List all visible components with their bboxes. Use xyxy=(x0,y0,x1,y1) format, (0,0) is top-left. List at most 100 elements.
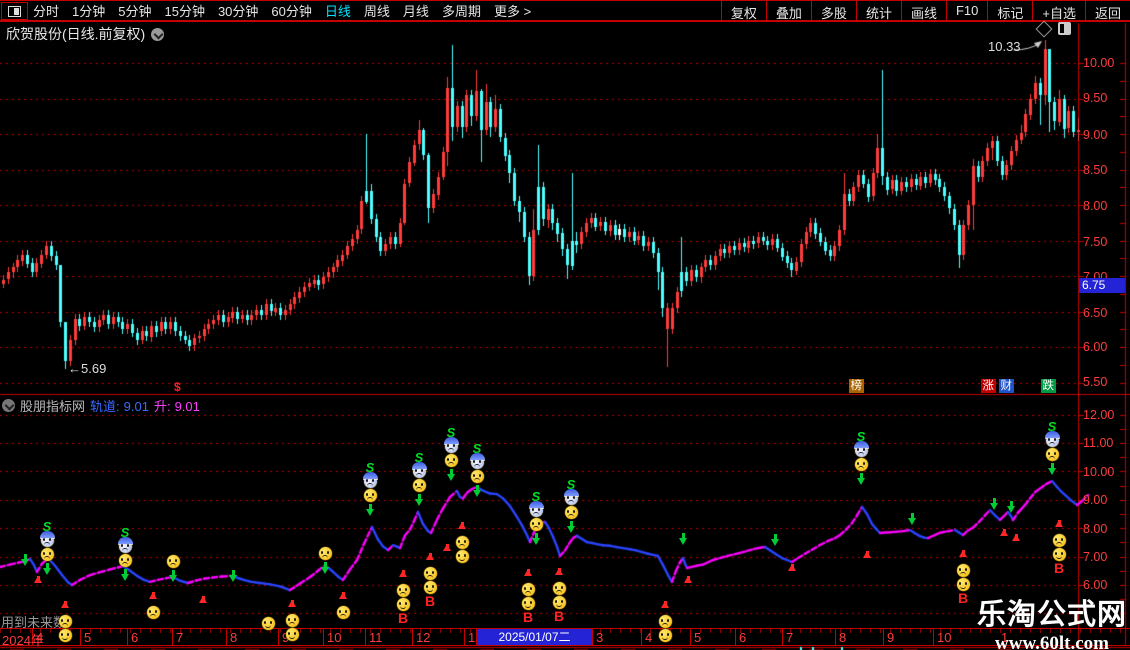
time-axis-label: 10 xyxy=(937,630,952,645)
signal-sell_full: S xyxy=(117,526,133,588)
indicator-axis-label: 9.00 xyxy=(1083,493,1108,507)
price-axis-label: 8.00 xyxy=(1083,199,1108,213)
sad-face-icon xyxy=(118,554,132,567)
down-arrow-icon xyxy=(908,513,916,532)
split-pane-icon xyxy=(8,6,21,17)
signal-sell_arrow_only xyxy=(225,569,241,589)
time-axis[interactable]: 2024年 4 5 6 7 8 9 10 11 12 1 3 4 5 6 7 8 9 10 1 2025/01/07二 xyxy=(0,628,1130,648)
up-arrow-icon xyxy=(863,544,871,558)
tool-item-8[interactable]: 返回 xyxy=(1084,1,1130,21)
indicator-axis-label: 12.00 xyxy=(1083,408,1115,422)
smile-face-icon xyxy=(455,550,469,563)
menu-item-5[interactable]: 60分钟 xyxy=(271,1,311,20)
sad-face-icon xyxy=(470,470,484,483)
collapse-chevron-icon[interactable] xyxy=(151,27,165,41)
sad-face-icon xyxy=(396,584,410,597)
menu-item-10[interactable]: 更多 > xyxy=(494,1,531,20)
tool-item-3[interactable]: 统计 xyxy=(855,1,901,21)
smile-face-icon xyxy=(261,617,275,630)
time-axis-label: 1 xyxy=(468,630,476,645)
layout-toggle-button[interactable] xyxy=(1,2,28,20)
tool-item-1[interactable]: 叠加 xyxy=(765,1,811,21)
axis-separator xyxy=(883,629,884,645)
time-axis-label: 9 xyxy=(887,630,895,645)
menu-item-7[interactable]: 周线 xyxy=(364,1,390,20)
down-arrow-icon xyxy=(321,562,329,581)
indicator-collapse-icon[interactable] xyxy=(2,399,15,412)
down-arrow-icon xyxy=(21,554,29,573)
buy-letter: B xyxy=(957,590,969,606)
sad-face-icon xyxy=(363,489,377,502)
diamond-marker-icon[interactable] xyxy=(1035,20,1053,37)
pane-toggle-icon[interactable] xyxy=(1058,22,1071,35)
axis-separator xyxy=(323,629,324,645)
buy-letter: B xyxy=(522,609,534,625)
price-axis-label: 6.00 xyxy=(1083,340,1108,354)
cap-face-icon xyxy=(528,501,544,517)
field-label: 轨道: xyxy=(90,399,120,414)
price-axis-label: 7.50 xyxy=(1083,235,1108,249)
time-axis-label: 8 xyxy=(230,630,238,645)
axis-separator xyxy=(933,629,934,645)
up-arrow-icon xyxy=(61,594,69,608)
signal-sell_arrow_only xyxy=(767,533,783,553)
time-axis-label: 4 xyxy=(36,630,44,645)
signal-sell_arrow_only xyxy=(675,532,691,552)
menu-item-9[interactable]: 多周期 xyxy=(442,1,481,20)
indicator-axis-label: 11.00 xyxy=(1083,436,1114,450)
up-arrow-icon xyxy=(399,563,407,577)
sad-face-icon xyxy=(166,555,180,568)
sad-face-icon xyxy=(854,458,868,471)
sad-face-icon xyxy=(318,547,332,560)
signal-buy_arrow_only xyxy=(195,589,211,609)
dollar-marker: $ xyxy=(174,380,181,394)
sad-face-icon xyxy=(285,614,299,627)
up-arrow-icon xyxy=(443,537,451,551)
signal-sell_full: S xyxy=(563,478,579,540)
indicator-field-rise: 升: 9.01 xyxy=(154,396,200,415)
axis-separator xyxy=(592,629,593,645)
signal-buy_arrow_only xyxy=(859,544,875,564)
price-axis-label: 9.50 xyxy=(1083,91,1108,105)
signal-buy_arrow_only xyxy=(784,557,800,577)
tool-item-0[interactable]: 复权 xyxy=(720,1,766,21)
price-axis-label: 8.50 xyxy=(1083,163,1108,177)
axis-separator xyxy=(278,629,279,645)
signal-buy_arrow_only xyxy=(1008,527,1024,547)
menu-item-1[interactable]: 1分钟 xyxy=(72,1,105,20)
time-axis-label: 7 xyxy=(786,630,794,645)
tool-item-2[interactable]: 多股 xyxy=(810,1,856,21)
buy-letter: B xyxy=(553,608,565,624)
index-badge[interactable]: 财 xyxy=(999,379,1014,393)
index-badge[interactable]: 跌 xyxy=(1041,379,1056,393)
menu-item-3[interactable]: 15分钟 xyxy=(164,1,204,20)
smile-face-icon xyxy=(956,578,970,591)
down-arrow-icon xyxy=(857,473,865,492)
tool-item-4[interactable]: 画线 xyxy=(900,1,946,21)
tool-item-5[interactable]: F10 xyxy=(945,1,987,20)
tool-item-7[interactable]: +自选 xyxy=(1032,1,1085,21)
cap-face-icon xyxy=(117,537,133,553)
index-badge[interactable]: 涨 xyxy=(981,379,996,393)
tool-item-6[interactable]: 标记 xyxy=(987,1,1032,21)
signal-buy_full_B: B xyxy=(520,562,536,624)
sad-face-icon xyxy=(1052,534,1066,547)
smile-face-icon xyxy=(285,628,299,641)
up-arrow-icon xyxy=(339,585,347,599)
indicator-name[interactable]: 股朋指标网 xyxy=(20,396,85,415)
sad-face-icon xyxy=(1045,448,1059,461)
signal-buy_two_faces xyxy=(284,593,300,641)
down-arrow-icon xyxy=(532,533,540,552)
index-badge[interactable]: 榜 xyxy=(849,379,864,393)
up-arrow-icon xyxy=(1000,522,1008,536)
menu-item-0[interactable]: 分时 xyxy=(33,1,59,20)
signal-buy_full_B: B xyxy=(551,561,567,623)
up-arrow-icon xyxy=(684,569,692,583)
up-arrow-icon xyxy=(1012,527,1020,541)
menu-item-2[interactable]: 5分钟 xyxy=(118,1,151,20)
menu-item-6[interactable]: 日线 xyxy=(325,1,351,20)
chart-corner-icons xyxy=(1035,20,1071,37)
axis-separator xyxy=(172,629,173,645)
menu-item-4[interactable]: 30分钟 xyxy=(218,1,258,20)
menu-item-8[interactable]: 月线 xyxy=(403,1,429,20)
